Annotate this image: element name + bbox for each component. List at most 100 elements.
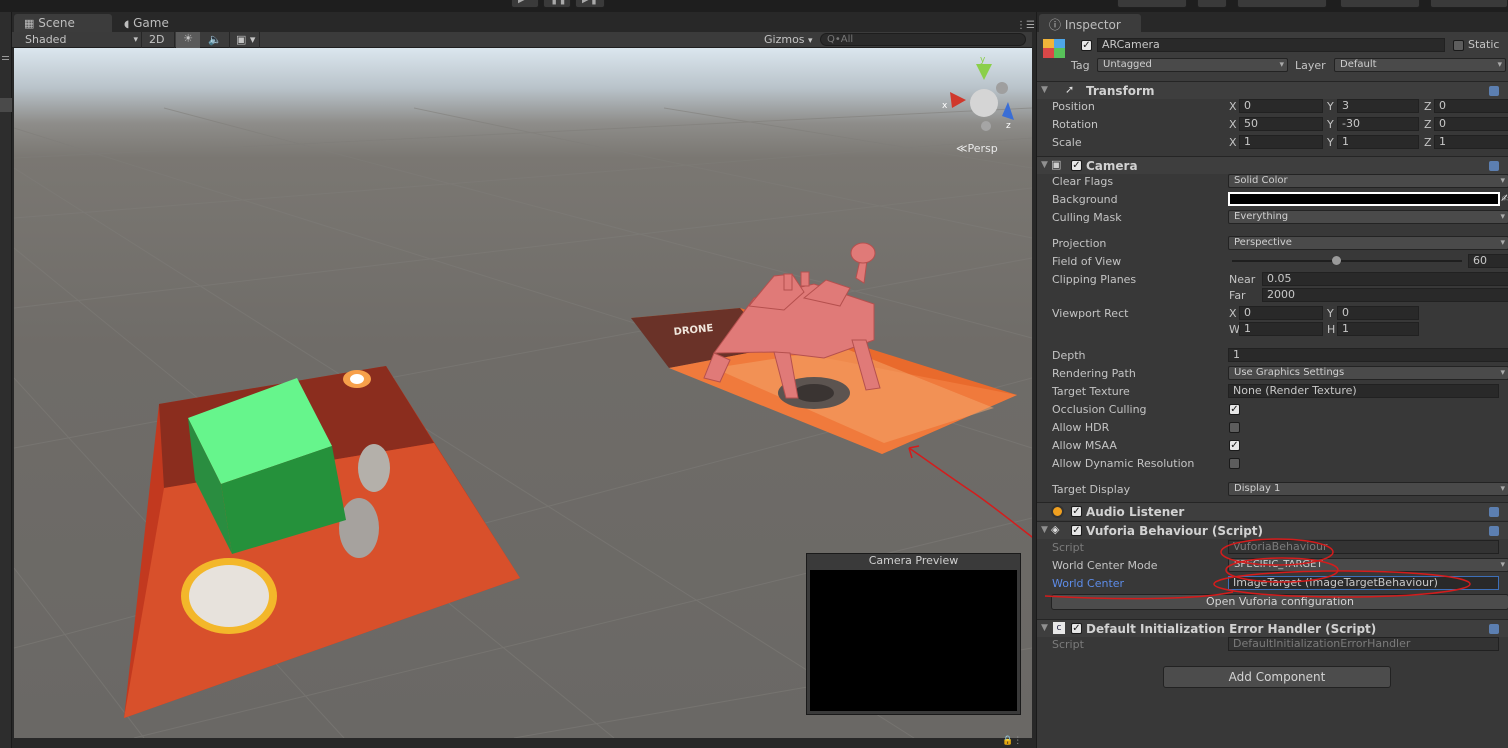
vuforia-enabled-checkbox[interactable]: ✓ (1071, 525, 1082, 536)
lighting-toggle-icon[interactable]: ☀ (176, 32, 200, 48)
eyedropper-icon[interactable]: ✍ (1501, 192, 1508, 205)
vp-h-label: H (1327, 323, 1336, 336)
fold-arrow-icon[interactable]: ▼ (1041, 160, 1048, 170)
camera-enabled-checkbox[interactable]: ✓ (1071, 160, 1082, 171)
scale-y-field[interactable]: 1 (1337, 135, 1419, 149)
scene-viewport[interactable]: DRONE y x z ≪Persp Camera Preview (14, 48, 1032, 738)
scene-gizmo[interactable]: y x z (942, 55, 1014, 131)
fov-slider-knob[interactable] (1331, 256, 1341, 265)
camera-header[interactable]: ▼ ▣ ✓ Camera (1037, 156, 1508, 174)
layout-button[interactable] (1430, 0, 1508, 8)
2d-toggle[interactable]: 2D (149, 33, 164, 47)
gizmos-dropdown[interactable]: Gizmos ▾ (764, 33, 813, 47)
fold-arrow-icon[interactable]: ▼ (1041, 85, 1048, 95)
active-checkbox[interactable]: ✓ (1081, 40, 1092, 51)
far-field[interactable]: 2000 (1262, 288, 1508, 302)
shading-label: Shaded (25, 33, 67, 46)
position-x-field[interactable]: 0 (1239, 99, 1323, 113)
position-y-field[interactable]: 3 (1337, 99, 1419, 113)
transform-title: Transform (1086, 84, 1155, 98)
transform-header[interactable]: ▼ ➚ Transform (1037, 81, 1508, 99)
layer-dropdown[interactable]: Default (1334, 58, 1506, 72)
chevron-down-icon: ▾ (133, 35, 138, 45)
play-button[interactable]: ▶ (511, 0, 539, 8)
allow-msaa-label: Allow MSAA (1052, 439, 1117, 452)
vuforia-header[interactable]: ▼ ◈ ✓ Vuforia Behaviour (Script) (1037, 521, 1508, 539)
world-center-field[interactable]: ImageTarget (ImageTargetBehaviour) (1228, 576, 1499, 590)
occlusion-culling-checkbox[interactable]: ✓ (1229, 404, 1240, 415)
help-icon[interactable] (1489, 86, 1499, 96)
layers-button[interactable] (1340, 0, 1420, 8)
world-center-mode-dropdown[interactable]: SPECIFIC_TARGET (1228, 558, 1508, 572)
rotation-y-field[interactable]: -30 (1337, 117, 1419, 131)
tab-inspector[interactable]: ⓘ Inspector (1039, 14, 1141, 32)
position-z-field[interactable]: 0 (1434, 99, 1508, 113)
help-icon[interactable] (1489, 624, 1499, 634)
allow-msaa-checkbox[interactable]: ✓ (1229, 440, 1240, 451)
tab-scene[interactable]: ▦ Scene (14, 14, 112, 32)
audio-toggle-icon[interactable]: 🔈 (208, 33, 222, 47)
vp-x-label: X (1229, 307, 1237, 320)
axis-x-label: X (1229, 118, 1237, 131)
tab-inspector-label: Inspector (1064, 18, 1121, 32)
camera-icon: ▣ (1051, 158, 1062, 171)
clipping-planes-label: Clipping Planes (1052, 273, 1137, 286)
target-texture-field[interactable]: None (Render Texture) (1228, 384, 1499, 398)
tag-dropdown[interactable]: Untagged (1097, 58, 1288, 72)
lock-icon[interactable]: 🔒⋮ (1002, 736, 1022, 746)
rotation-x-field[interactable]: 50 (1239, 117, 1323, 131)
allow-hdr-checkbox[interactable] (1229, 422, 1240, 433)
rotation-z-field[interactable]: 0 (1434, 117, 1508, 131)
add-component-button[interactable]: Add Component (1163, 666, 1391, 688)
audio-listener-header[interactable]: ✓ Audio Listener (1037, 502, 1508, 520)
audio-listener-checkbox[interactable]: ✓ (1071, 506, 1082, 517)
image-target-left[interactable] (124, 366, 520, 718)
cloud-button[interactable] (1197, 0, 1227, 8)
scale-x-field[interactable]: 1 (1239, 135, 1323, 149)
scene-toolbar: Shaded ▾ 2D ☀ 🔈 ▣ ▾ Gizmos ▾ Q•All (12, 32, 1032, 48)
tab-game[interactable]: ◖ Game (114, 14, 194, 32)
fold-arrow-icon[interactable]: ▼ (1041, 623, 1048, 633)
viewport-w-field[interactable]: 1 (1239, 322, 1323, 336)
rendering-path-label: Rendering Path (1052, 367, 1136, 380)
error-handler-header[interactable]: ▼ c ✓ Default Initialization Error Handl… (1037, 619, 1508, 637)
viewport-h-field[interactable]: 1 (1337, 322, 1419, 336)
static-checkbox[interactable] (1453, 40, 1464, 51)
gameobject-name-field[interactable]: ARCamera (1097, 38, 1445, 52)
scale-label: Scale (1052, 136, 1082, 149)
gizmos-label: Gizmos (764, 33, 805, 46)
projection-dropdown[interactable]: Perspective (1228, 236, 1508, 250)
fold-arrow-icon[interactable]: ▼ (1041, 525, 1048, 535)
help-icon[interactable] (1489, 161, 1499, 171)
error-handler-checkbox[interactable]: ✓ (1071, 623, 1082, 634)
near-field[interactable]: 0.05 (1262, 272, 1508, 286)
inspector-tabbar: ⓘ Inspector (1037, 12, 1508, 32)
depth-field[interactable]: 1 (1228, 348, 1508, 362)
scale-z-field[interactable]: 1 (1434, 135, 1508, 149)
target-display-dropdown[interactable]: Display 1 (1228, 482, 1508, 496)
fov-field[interactable]: 60 (1468, 254, 1508, 268)
open-vuforia-configuration-button[interactable]: Open Vuforia configuration (1051, 594, 1508, 610)
account-button[interactable] (1237, 0, 1327, 8)
viewport-y-field[interactable]: 0 (1337, 306, 1419, 320)
rendering-path-dropdown[interactable]: Use Graphics Settings (1228, 366, 1508, 380)
collab-button[interactable] (1117, 0, 1187, 8)
clear-flags-dropdown[interactable]: Solid Color (1228, 174, 1508, 188)
menu-icon[interactable]: ⋮☰ (1016, 20, 1035, 31)
pause-button[interactable]: ❚❚ (543, 0, 571, 8)
allow-dynamic-resolution-checkbox[interactable] (1229, 458, 1240, 469)
chevron-down-icon: ▾ (808, 36, 813, 46)
effects-dropdown-icon[interactable]: ▣ ▾ (236, 33, 255, 47)
help-icon[interactable] (1489, 507, 1499, 517)
axis-y-label: Y (1327, 100, 1334, 113)
shading-dropdown[interactable]: Shaded ▾ (25, 33, 138, 47)
viewport-x-field[interactable]: 0 (1239, 306, 1323, 320)
search-input[interactable]: Q•All (820, 33, 1026, 46)
persp-label[interactable]: ≪Persp (956, 142, 998, 155)
background-color-swatch[interactable] (1228, 192, 1500, 206)
culling-mask-dropdown[interactable]: Everything (1228, 210, 1508, 224)
script-label: Script (1052, 638, 1084, 651)
help-icon[interactable] (1489, 526, 1499, 536)
fov-slider-track[interactable] (1232, 260, 1462, 262)
step-button[interactable]: ▶❚ (575, 0, 605, 8)
